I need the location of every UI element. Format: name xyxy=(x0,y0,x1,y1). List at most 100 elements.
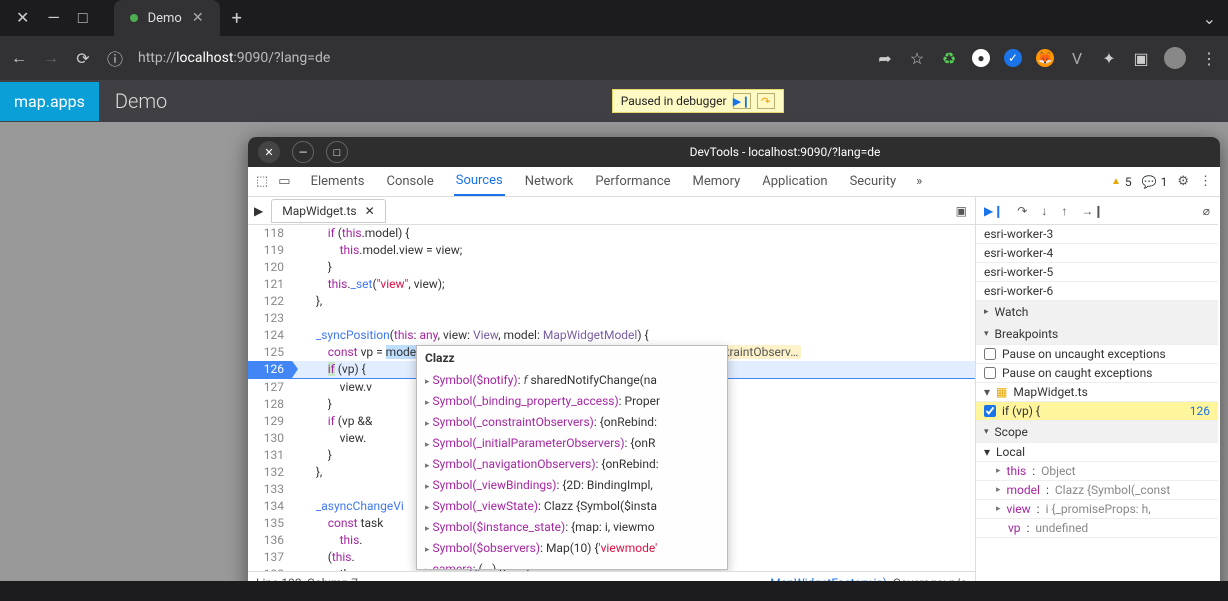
settings-icon[interactable]: ⚙ xyxy=(1177,174,1189,189)
tab-performance[interactable]: Performance xyxy=(593,167,672,196)
tab-close-icon[interactable]: ✕ xyxy=(192,10,204,26)
step-over-button[interactable]: ↷ xyxy=(757,93,775,109)
back-button[interactable]: ← xyxy=(10,48,28,68)
line-number[interactable]: 134 xyxy=(248,498,292,515)
dbg-step-over-icon[interactable]: ↷ xyxy=(1017,204,1027,218)
extension-v-icon[interactable]: V xyxy=(1068,49,1086,68)
code-line[interactable]: this._set("view", view); xyxy=(292,276,975,293)
code-line[interactable]: } xyxy=(292,259,975,276)
devtools-menu-icon[interactable]: ⋮ xyxy=(1199,174,1212,189)
line-number[interactable]: 133 xyxy=(248,481,292,498)
scope-local[interactable]: ▾Local xyxy=(976,443,1218,462)
warnings-badge[interactable]: 5 xyxy=(1111,175,1132,189)
pause-caught-checkbox[interactable] xyxy=(984,367,996,379)
tooltip-property[interactable]: Symbol($notify): f sharedNotifyChange(na xyxy=(417,371,727,392)
tab-sources[interactable]: Sources xyxy=(454,167,505,196)
site-info-icon[interactable]: ⓘ xyxy=(106,46,124,70)
line-number[interactable]: 130 xyxy=(248,430,292,447)
line-number[interactable]: 126 xyxy=(248,361,292,379)
code-editor[interactable]: 118 if (this.model) {119 this.model.view… xyxy=(248,225,975,571)
extension-dot-icon[interactable]: ● xyxy=(972,49,990,67)
scope-variable[interactable]: ▸ model: Clazz {Symbol(_const xyxy=(976,481,1218,500)
line-number[interactable]: 132 xyxy=(248,464,292,481)
new-tab-button[interactable]: + xyxy=(232,8,242,29)
thread-row[interactable]: esri-worker-4 xyxy=(976,244,1218,263)
inspect-icon[interactable]: ⬚ xyxy=(256,174,268,189)
tooltip-property[interactable]: Symbol(_viewBindings): {2D: BindingImpl, xyxy=(417,476,727,497)
line-number[interactable]: 131 xyxy=(248,447,292,464)
breakpoint-file-row[interactable]: ▾▦MapWidget.ts xyxy=(976,383,1218,402)
more-tabs-icon[interactable]: » xyxy=(916,174,922,189)
line-number[interactable]: 121 xyxy=(248,276,292,293)
reload-button[interactable]: ⟳ xyxy=(74,49,92,68)
tab-application[interactable]: Application xyxy=(760,167,829,196)
scope-section[interactable]: Scope xyxy=(976,421,1218,443)
tooltip-property[interactable]: camera: (...) xyxy=(417,560,727,570)
scope-variable[interactable]: ▸ this: Object xyxy=(976,462,1218,481)
thread-row[interactable]: esri-worker-5 xyxy=(976,263,1218,282)
url-input[interactable]: http://localhost:9090/?lang=de xyxy=(138,50,862,66)
tooltip-property[interactable]: Symbol(_viewState): Clazz {Symbol($insta xyxy=(417,497,727,518)
navigator-toggle-icon[interactable]: ▶ xyxy=(254,204,263,218)
messages-badge[interactable]: 1 xyxy=(1142,175,1168,189)
window-close-icon[interactable]: ✕ xyxy=(16,8,29,28)
line-number[interactable]: 118 xyxy=(248,225,292,242)
line-number[interactable]: 122 xyxy=(248,293,292,310)
extension-check-icon[interactable]: ✓ xyxy=(1004,49,1022,67)
dbg-step-icon[interactable]: →❙ xyxy=(1081,204,1103,218)
file-tab-close-icon[interactable]: ✕ xyxy=(365,204,375,218)
tab-elements[interactable]: Elements xyxy=(309,167,367,196)
object-inspector-tooltip[interactable]: ClazzSymbol($notify): f sharedNotifyChan… xyxy=(416,345,728,570)
file-tab-mapwidget[interactable]: MapWidget.ts ✕ xyxy=(271,199,385,223)
panel-icon[interactable]: ▣ xyxy=(1132,49,1150,68)
device-toggle-icon[interactable]: ▭ xyxy=(278,174,290,189)
extension-firefox-icon[interactable]: 🦊 xyxy=(1036,49,1054,67)
line-number[interactable]: 137 xyxy=(248,549,292,566)
devtools-maximize-icon[interactable]: □ xyxy=(326,141,348,163)
share-icon[interactable]: ➦ xyxy=(876,49,894,68)
line-number[interactable]: 138 xyxy=(248,566,292,571)
breakpoints-section[interactable]: Breakpoints xyxy=(976,323,1218,345)
dbg-resume-icon[interactable]: ▶❙ xyxy=(984,204,1003,218)
tooltip-property[interactable]: Symbol($observers): Map(10) {'viewmode' xyxy=(417,539,727,560)
devtools-close-icon[interactable]: ✕ xyxy=(258,141,280,163)
extensions-icon[interactable]: ✦ xyxy=(1100,49,1118,68)
thread-row[interactable]: esri-worker-6 xyxy=(976,282,1218,301)
tooltip-property[interactable]: Symbol(_initialParameterObservers): {onR xyxy=(417,434,727,455)
extension-recycle-icon[interactable]: ♻ xyxy=(940,49,958,68)
tab-network[interactable]: Network xyxy=(523,167,576,196)
line-number[interactable]: 136 xyxy=(248,532,292,549)
line-number[interactable]: 129 xyxy=(248,413,292,430)
tooltip-property[interactable]: Symbol(_binding_property_access): Proper xyxy=(417,392,727,413)
line-number[interactable]: 128 xyxy=(248,396,292,413)
pause-uncaught-checkbox[interactable] xyxy=(984,348,996,360)
devtools-minimize-icon[interactable]: ― xyxy=(292,141,314,163)
window-minimize-icon[interactable]: ― xyxy=(47,8,60,28)
line-number[interactable]: 123 xyxy=(248,310,292,327)
thread-row[interactable]: esri-worker-3 xyxy=(976,225,1218,244)
line-number[interactable]: 120 xyxy=(248,259,292,276)
tab-security[interactable]: Security xyxy=(848,167,899,196)
code-line[interactable]: this.model.view = view; xyxy=(292,242,975,259)
code-line[interactable]: _syncPosition(this: any, view: View, mod… xyxy=(292,327,975,344)
dbg-step-into-icon[interactable]: ↓ xyxy=(1041,204,1047,218)
tooltip-property[interactable]: Symbol($instance_state): {map: i, viewmo xyxy=(417,518,727,539)
dbg-step-out-icon[interactable]: ↑ xyxy=(1061,204,1067,218)
code-line[interactable]: }, xyxy=(292,293,975,310)
sidebar-toggle-icon[interactable]: ▣ xyxy=(956,204,967,218)
bookmark-icon[interactable]: ☆ xyxy=(908,49,926,68)
breakpoint-checkbox[interactable] xyxy=(984,405,996,417)
tab-memory[interactable]: Memory xyxy=(691,167,743,196)
browser-menu-icon[interactable]: ⋮ xyxy=(1200,49,1218,68)
scope-variable[interactable]: vp: undefined xyxy=(976,519,1218,538)
tooltip-property[interactable]: Symbol(_navigationObservers): {onRebind: xyxy=(417,455,727,476)
line-number[interactable]: 127 xyxy=(248,379,292,396)
breakpoint-row[interactable]: if (vp) { 126 xyxy=(976,402,1218,421)
code-line[interactable]: if (this.model) { xyxy=(292,225,975,242)
line-number[interactable]: 135 xyxy=(248,515,292,532)
tabs-expand-icon[interactable]: ⌄ xyxy=(1203,9,1216,28)
dbg-deactivate-icon[interactable]: ⌀ xyxy=(1203,204,1210,218)
line-number[interactable]: 124 xyxy=(248,327,292,344)
tooltip-property[interactable]: Symbol(_constraintObservers): {onRebind: xyxy=(417,413,727,434)
code-line[interactable] xyxy=(292,310,975,327)
